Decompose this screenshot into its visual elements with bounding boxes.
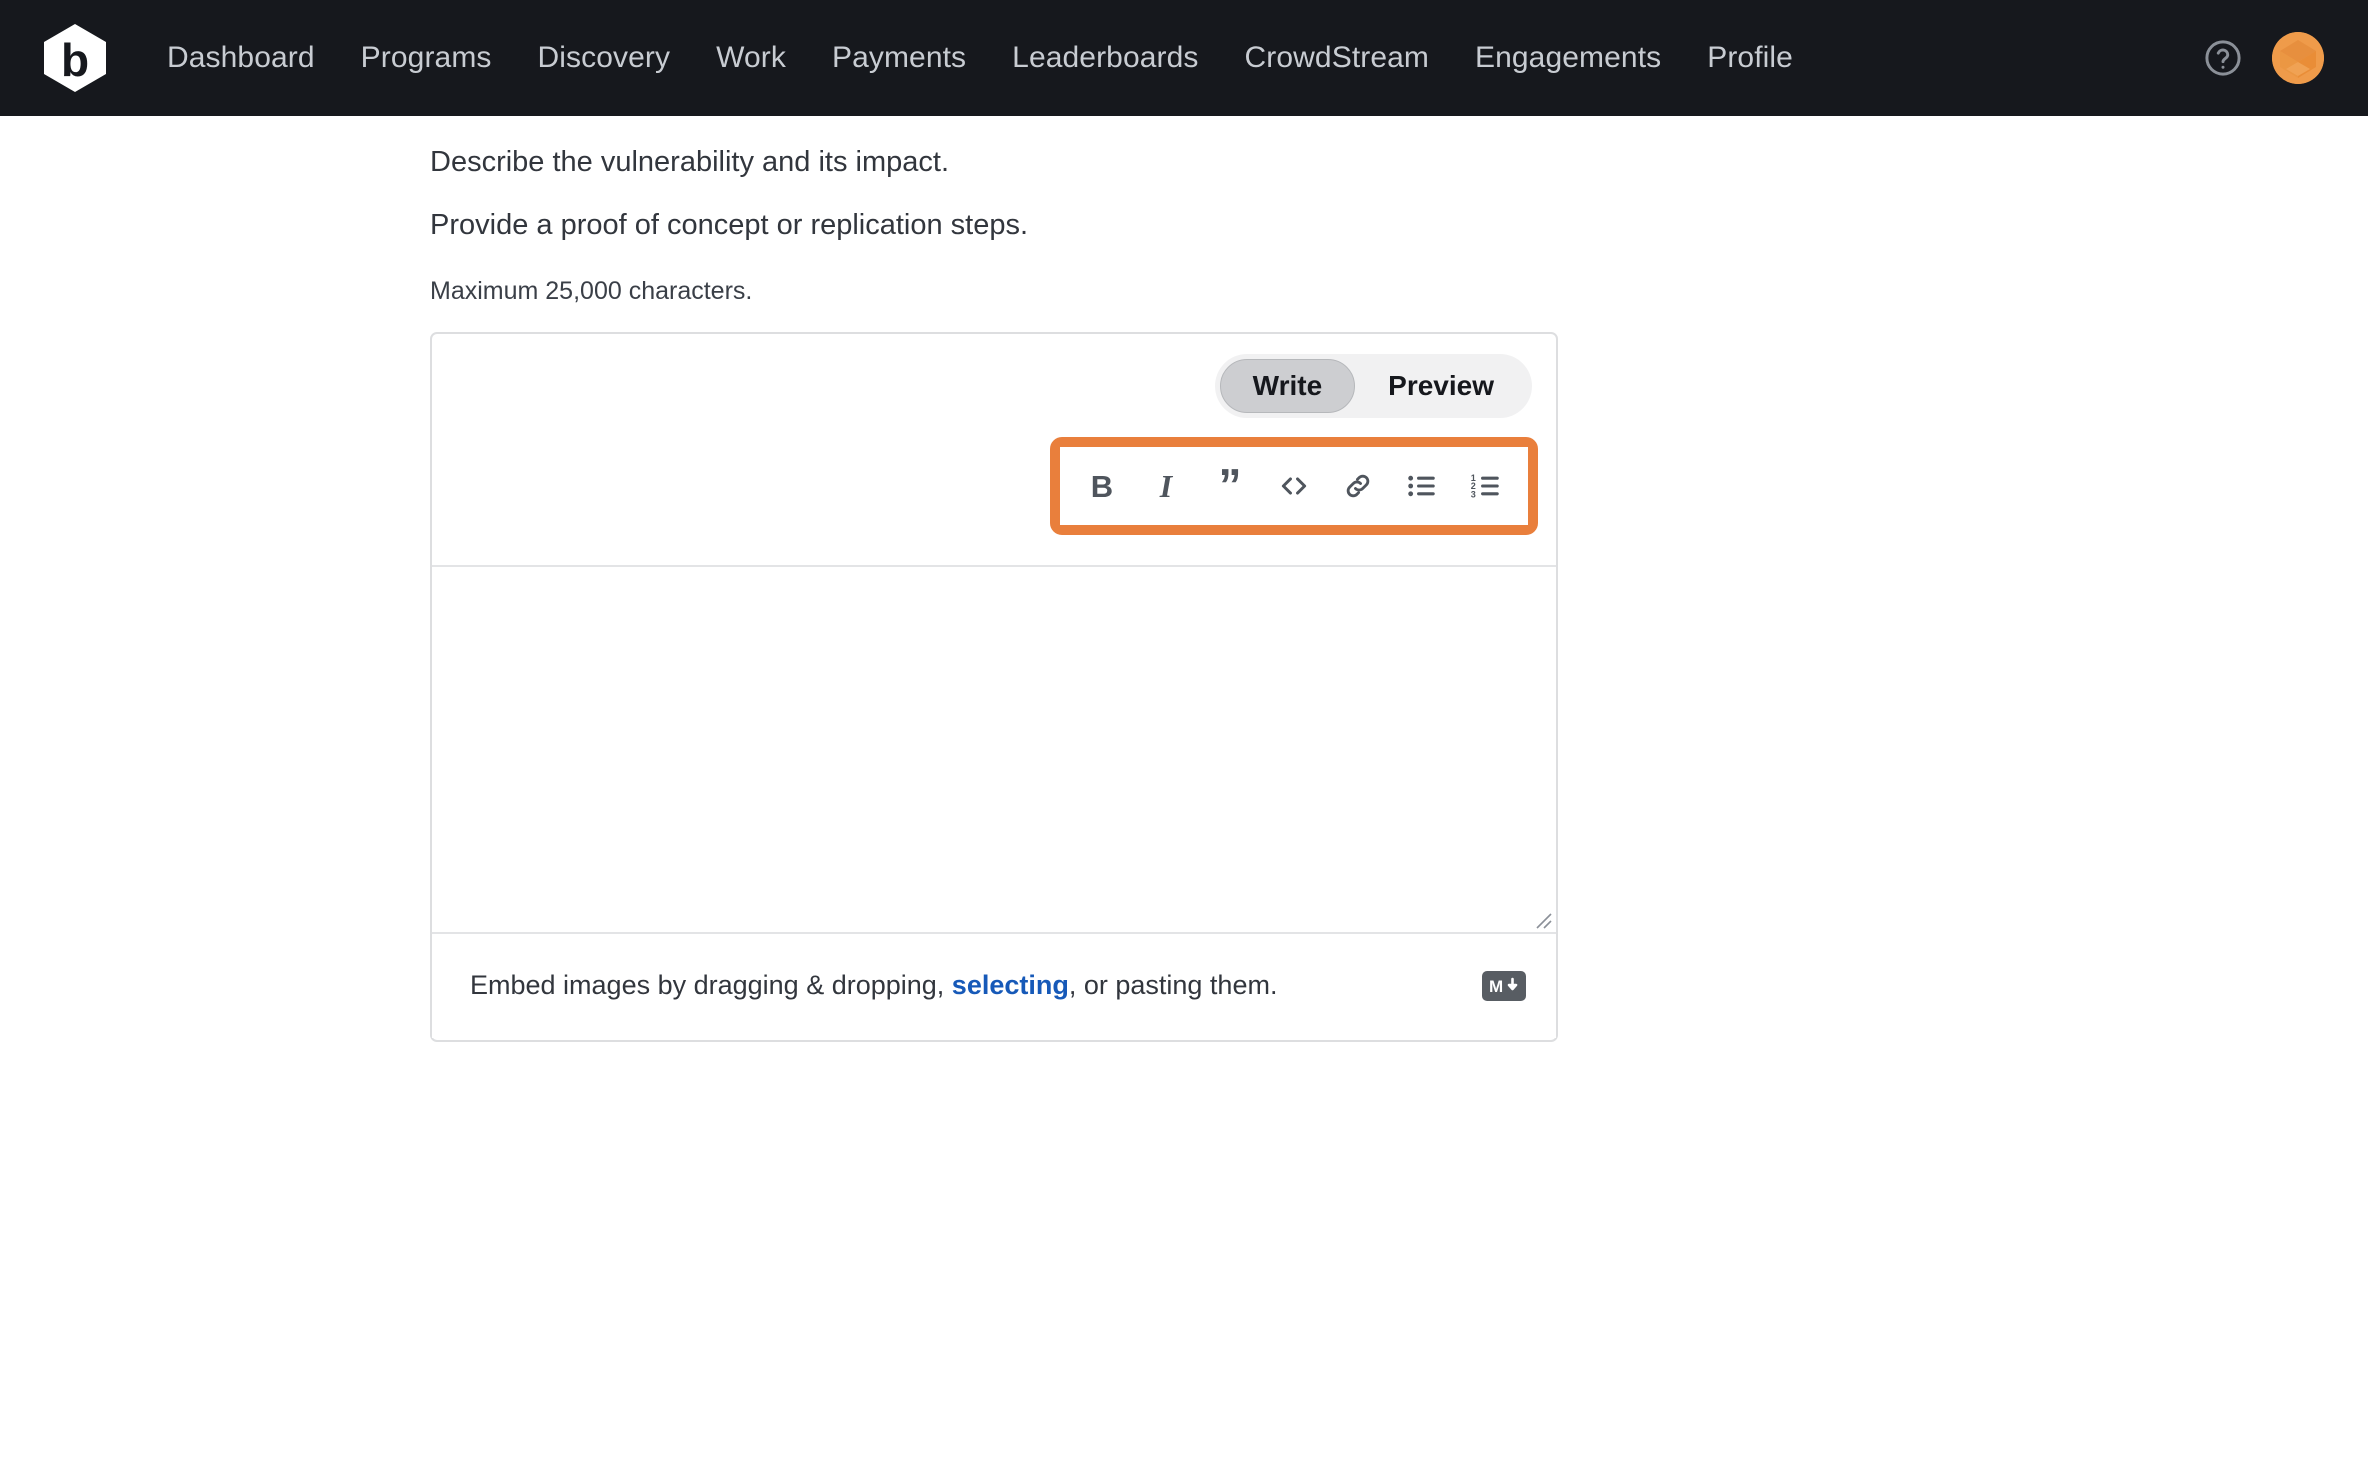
editor-header: Write Preview B I ” 1 2 3: [432, 334, 1556, 567]
user-avatar[interactable]: [2272, 32, 2324, 84]
page-body: Describe the vulnerability and its impac…: [0, 116, 2368, 1474]
bold-icon[interactable]: B: [1070, 454, 1134, 518]
primary-nav-links: Dashboard Programs Discovery Work Paymen…: [144, 33, 2202, 83]
help-circle-icon[interactable]: [2202, 37, 2244, 79]
unordered-list-icon-glyph: [1408, 475, 1435, 497]
italic-icon-glyph: I: [1159, 468, 1173, 504]
submission-description-textarea[interactable]: [432, 567, 1556, 932]
code-icon[interactable]: [1262, 454, 1326, 518]
max-characters-hint: Maximum 25,000 characters.: [430, 277, 753, 305]
nav-link-engagements[interactable]: Engagements: [1452, 33, 1684, 83]
unordered-list-icon[interactable]: [1390, 454, 1454, 518]
tab-preview[interactable]: Preview: [1355, 359, 1527, 413]
markdown-editor-card: Write Preview B I ” 1 2 3 Embed images b…: [430, 332, 1558, 1042]
link-icon[interactable]: [1326, 454, 1390, 518]
svg-text:M: M: [1489, 977, 1503, 996]
nav-link-payments[interactable]: Payments: [809, 33, 989, 83]
bold-icon-glyph: B: [1090, 468, 1114, 504]
nav-link-dashboard[interactable]: Dashboard: [144, 33, 338, 83]
top-navigation-bar: b Dashboard Programs Discovery Work Paym…: [0, 0, 2368, 116]
editor-body: [432, 567, 1556, 934]
code-icon-glyph: [1281, 477, 1307, 495]
nav-link-crowdstream[interactable]: CrowdStream: [1222, 33, 1452, 83]
quote-icon[interactable]: ”: [1198, 454, 1262, 518]
embed-hint-text-before: Embed images by dragging & dropping,: [470, 970, 952, 1001]
quote-icon-glyph: ”: [1218, 459, 1242, 512]
formatting-toolbar: B I ” 1 2 3: [1060, 447, 1528, 525]
write-preview-toggle: Write Preview: [1214, 354, 1532, 418]
nav-link-programs[interactable]: Programs: [338, 33, 515, 83]
select-files-link[interactable]: selecting: [952, 970, 1069, 1000]
instruction-proof-of-concept: Provide a proof of concept or replicatio…: [430, 209, 1029, 241]
formatting-toolbar-highlight: B I ” 1 2 3: [1050, 437, 1538, 535]
svg-text:3: 3: [1471, 489, 1476, 499]
instruction-describe-vulnerability: Describe the vulnerability and its impac…: [430, 146, 950, 178]
nav-utility-group: [2202, 32, 2324, 84]
tab-write[interactable]: Write: [1219, 359, 1356, 413]
svg-text:b: b: [61, 34, 89, 86]
nav-link-discovery[interactable]: Discovery: [515, 33, 694, 83]
embed-images-hint: Embed images by dragging & dropping, sel…: [470, 968, 1277, 1003]
nav-link-work[interactable]: Work: [693, 33, 809, 83]
nav-link-leaderboards[interactable]: Leaderboards: [989, 33, 1221, 83]
bugcrowd-hexagon-logo[interactable]: b: [38, 21, 112, 95]
italic-icon[interactable]: I: [1134, 454, 1198, 518]
markdown-icon[interactable]: M: [1482, 971, 1526, 1001]
ordered-list-icon[interactable]: 1 2 3: [1454, 454, 1518, 518]
ordered-list-icon-glyph: 1 2 3: [1471, 473, 1499, 499]
link-icon-glyph: [1346, 474, 1370, 498]
embed-hint-text-after: , or pasting them.: [1068, 970, 1278, 1001]
nav-link-profile[interactable]: Profile: [1684, 33, 1816, 83]
editor-footer: Embed images by dragging & dropping, sel…: [432, 934, 1556, 1038]
